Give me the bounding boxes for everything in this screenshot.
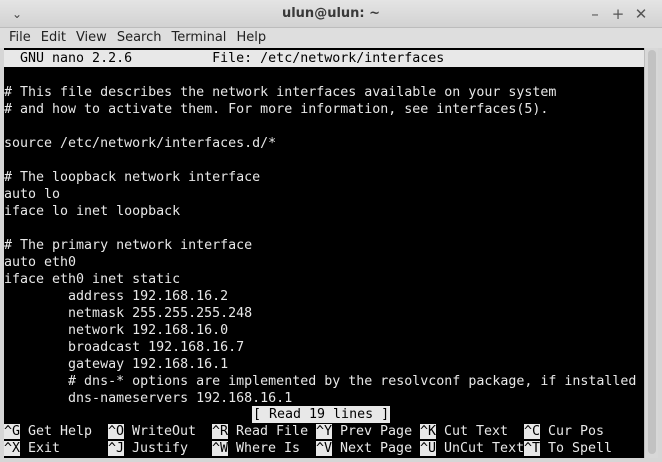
shortcut-label: UnCut Text xyxy=(436,441,525,456)
terminal-area[interactable]: GNU nano 2.2.6 File: /etc/network/interf… xyxy=(4,48,644,458)
shortcut-key: ^X xyxy=(4,441,21,456)
shortcut-label: Cur Pos xyxy=(540,424,605,439)
shortcut-item: ^C Cur Pos xyxy=(524,423,604,440)
shortcut-key: ^R xyxy=(212,424,229,439)
menu-view[interactable]: View xyxy=(71,29,112,47)
shortcut-key: ^Y xyxy=(316,424,333,439)
editor-line: dns-nameservers 192.168.16.1 xyxy=(4,391,293,406)
editor-line: netmask 255.255.255.248 xyxy=(4,306,253,321)
shortcut-item: ^W Where Is xyxy=(212,440,300,457)
maximize-icon[interactable]: + xyxy=(608,4,628,24)
menu-search[interactable]: Search xyxy=(112,29,167,47)
shortcut-key: ^G xyxy=(4,424,21,439)
shortcut-label: Prev Page xyxy=(332,424,413,439)
window-title: ulun@ulun: ~ xyxy=(281,6,381,21)
menubar: File Edit View Search Terminal Help xyxy=(0,28,662,48)
editor-line: # The loopback network interface xyxy=(4,170,261,185)
shortcut-item: ^U UnCut Text xyxy=(420,440,524,457)
shortcut-label: Justify xyxy=(124,441,189,456)
close-icon[interactable]: ✕ xyxy=(631,4,651,24)
shortcut-item: ^X Exit xyxy=(4,440,60,457)
shortcut-item: ^O WriteOut xyxy=(108,423,196,440)
shortcut-row-1: ^G Get Help ^O WriteOut ^R Read File ^Y Pre… xyxy=(4,423,644,440)
shortcut-label: WriteOut xyxy=(124,424,197,439)
editor-line: source /etc/network/interfaces.d/* xyxy=(4,136,277,151)
shortcut-label: Exit xyxy=(20,441,61,456)
editor-line: gateway 192.168.16.1 xyxy=(4,357,229,372)
status-message: [ Read 19 lines ] xyxy=(252,406,391,423)
shortcut-item: ^V Next Page xyxy=(316,440,412,457)
shortcut-label: Next Page xyxy=(332,441,413,456)
scrollbar-thumb[interactable] xyxy=(648,50,656,454)
menu-help[interactable]: Help xyxy=(231,29,271,47)
editor-line: auto lo xyxy=(4,187,61,202)
menu-terminal[interactable]: Terminal xyxy=(166,29,231,47)
shortcut-label: To Spell xyxy=(540,441,613,456)
menu-file[interactable]: File xyxy=(4,29,36,47)
shortcut-item: ^Y Prev Page xyxy=(316,423,412,440)
editor-line: iface lo inet loopback xyxy=(4,204,181,219)
minimize-icon[interactable]: – xyxy=(585,4,605,24)
shortcut-key: ^C xyxy=(524,424,541,439)
shortcut-key: ^W xyxy=(212,441,229,456)
editor-line: broadcast 192.168.16.7 xyxy=(4,340,245,355)
shortcut-item: ^T To Spell xyxy=(524,440,612,457)
editor-line: iface eth0 inet static xyxy=(4,272,181,287)
menu-edit[interactable]: Edit xyxy=(36,29,71,47)
shortcut-label: Get Help xyxy=(20,424,93,439)
window-titlebar: ⌄ ulun@ulun: ~ – + ✕ xyxy=(0,0,662,28)
shortcut-key: ^V xyxy=(316,441,333,456)
nano-header: GNU nano 2.2.6 File: /etc/network/interf… xyxy=(4,50,644,67)
shortcut-label: Read File xyxy=(228,424,309,439)
editor-line: # and how to activate them. For more inf… xyxy=(4,102,549,117)
shortcut-label: Where Is xyxy=(228,441,301,456)
shortcut-row-2: ^X Exit ^J Justify ^W Where Is ^V Next Page… xyxy=(4,440,644,457)
shortcut-item: ^K Cut Text xyxy=(420,423,508,440)
editor-line: network 192.168.16.0 xyxy=(4,323,229,338)
shortcut-key: ^K xyxy=(420,424,437,439)
scrollbar[interactable] xyxy=(644,48,658,458)
editor-line: # The primary network interface xyxy=(4,238,253,253)
editor-line: # dns-* options are implemented by the r… xyxy=(4,374,637,389)
shortcut-key: ^O xyxy=(108,424,125,439)
shortcut-key: ^T xyxy=(524,441,541,456)
shortcut-item: ^G Get Help xyxy=(4,423,92,440)
shortcut-item: ^R Read File xyxy=(212,423,308,440)
editor-line: auto eth0 xyxy=(4,255,77,270)
editor-line: # This file describes the network interf… xyxy=(4,85,557,100)
shortcut-key: ^J xyxy=(108,441,125,456)
shortcut-item: ^J Justify xyxy=(108,440,188,457)
editor-line: address 192.168.16.2 xyxy=(4,289,229,304)
shortcut-key: ^U xyxy=(420,441,437,456)
shortcut-label: Cut Text xyxy=(436,424,509,439)
